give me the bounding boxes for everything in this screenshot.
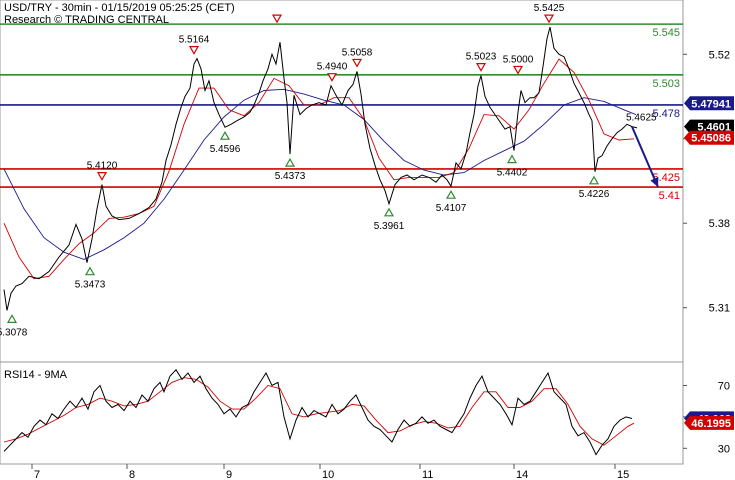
- usdtry-chart: 5.5455.5035.4785.4255.415.30785.34735.41…: [0, 0, 734, 480]
- rsi-panel-frame: [0, 361, 684, 465]
- x-axis-label-0: 7: [34, 469, 40, 480]
- x-axis-label-2: 9: [226, 469, 232, 480]
- rsi-title: RSI14 - 9MA: [4, 369, 68, 381]
- swing-low-label-0: 5.3078: [0, 327, 28, 338]
- swing-high-label-8: 5.5058: [342, 47, 373, 58]
- rsi-axis-label-0: 70: [718, 381, 730, 393]
- price-tag-0-text: 5.47941: [691, 98, 731, 110]
- level-label-2: 5.478: [652, 108, 680, 120]
- level-label-1: 5.503: [652, 78, 680, 90]
- swing-high-label-14: 5.5425: [534, 3, 565, 14]
- swing-low-label-10: 5.4107: [436, 203, 467, 214]
- price-axis-label-0: 5.52: [709, 49, 730, 61]
- x-axis-label-3: 10: [322, 469, 334, 480]
- swing-high-label-2: 5.4120: [87, 161, 118, 172]
- chart-title: USD/TRY - 30min - 01/15/2019 05:25:25 (C…: [4, 2, 235, 14]
- price-note-16: 5.4625: [626, 113, 657, 124]
- rsi-tag-1-text: 46.1995: [691, 418, 731, 430]
- level-label-0: 5.545: [652, 27, 680, 39]
- x-axis-label-6: 15: [617, 469, 629, 480]
- level-label-4: 5.41: [659, 190, 680, 202]
- swing-low-label-1: 5.3473: [75, 280, 106, 291]
- x-axis-label-5: 14: [516, 469, 528, 480]
- swing-low-label-9: 5.3961: [374, 221, 405, 232]
- swing-low-label-12: 5.4402: [497, 168, 528, 179]
- price-axis-label-3: 5.31: [709, 303, 730, 315]
- chart-subtitle: Research © TRADING CENTRAL: [4, 14, 169, 26]
- rsi-axis-label-2: 30: [718, 443, 730, 455]
- swing-high-label-3: 5.5164: [179, 35, 210, 46]
- swing-low-label-15: 5.4226: [579, 189, 610, 200]
- swing-low-label-6: 5.4373: [275, 171, 306, 182]
- price-axis-label-2: 5.38: [709, 218, 730, 230]
- price-tag-2-text: 5.45086: [691, 133, 731, 145]
- x-axis-label-1: 8: [129, 469, 135, 480]
- swing-low-label-4: 5.4596: [210, 144, 241, 155]
- swing-high-label-11: 5.5023: [466, 52, 497, 63]
- x-axis-label-4: 11: [422, 469, 433, 480]
- swing-high-label-7: 5.4940: [317, 62, 348, 73]
- swing-high-label-13: 5.5000: [503, 54, 534, 65]
